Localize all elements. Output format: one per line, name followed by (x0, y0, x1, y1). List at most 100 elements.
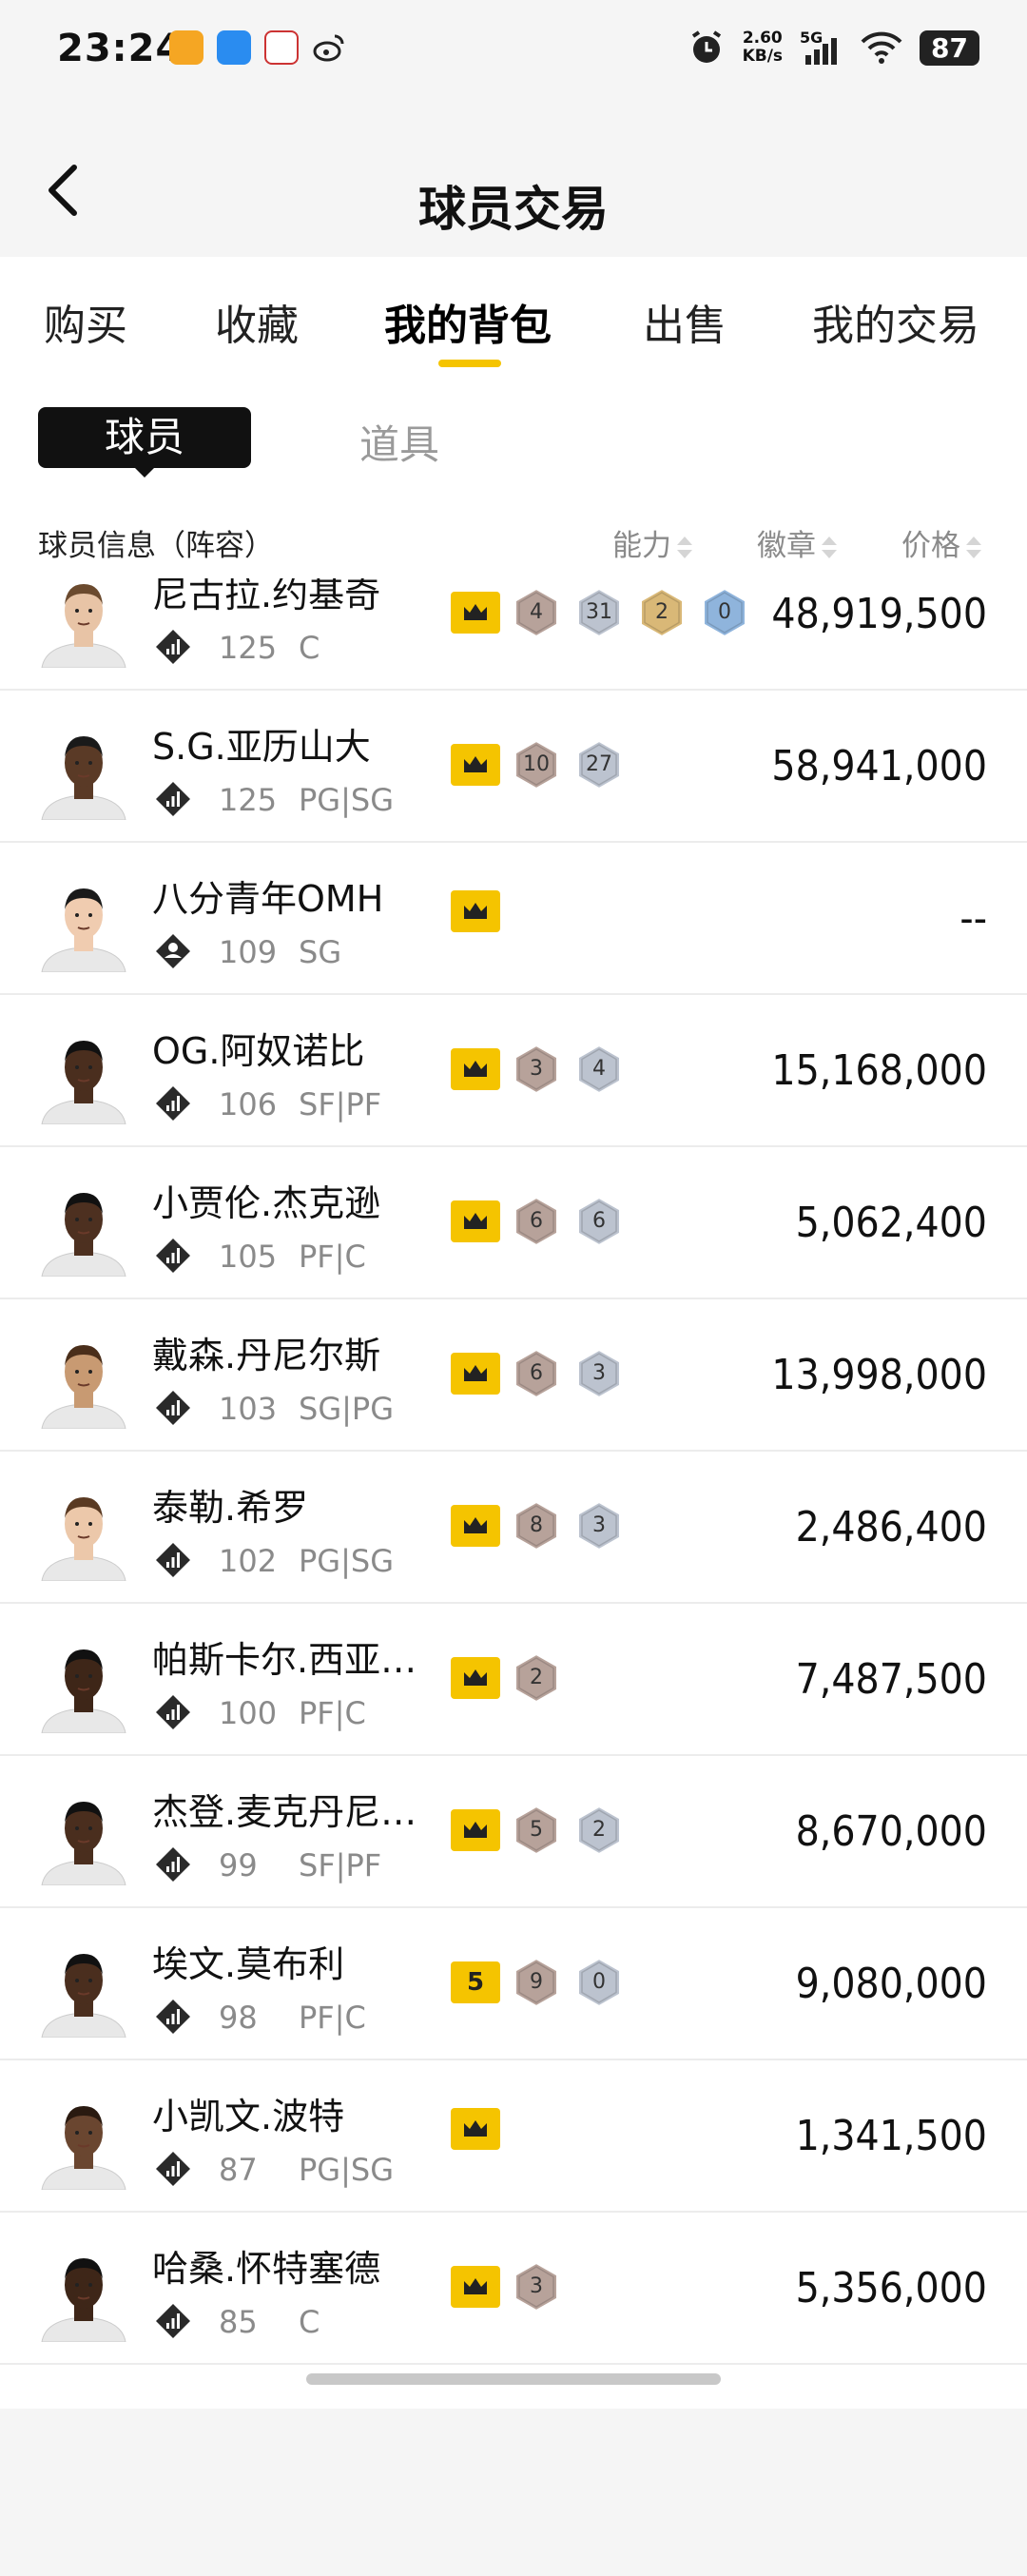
badge-count-silver: 27 (572, 738, 626, 791)
player-row[interactable]: S.G.亚历山大 125 PG|SG 10 27 58,941,000 (0, 691, 1027, 843)
status-bar: 23:24 2.60 KB/s 5G 87 (0, 0, 1027, 105)
network-speed: 2.60 KB/s (742, 29, 784, 66)
player-position: SG (299, 934, 342, 970)
subtab-players[interactable]: 球员 (38, 407, 251, 468)
badge-count-bronze: 9 (510, 1956, 563, 2009)
tab-my-backpack[interactable]: 我的背包 (384, 291, 552, 352)
crown-badge-icon (451, 2108, 500, 2150)
player-avatar (41, 736, 126, 820)
player-position: PG|SG (299, 782, 394, 818)
badge-group: 3 (451, 2260, 563, 2313)
badge-count-silver: 3 (572, 1499, 626, 1552)
tab-sell[interactable]: 出售 (643, 291, 727, 352)
player-row[interactable]: 哈桑.怀特塞德 85 C 3 5,356,000 (0, 2213, 1027, 2365)
player-row[interactable]: 杰登.麦克丹尼… 99 SF|PF 5 2 8,670,000 (0, 1756, 1027, 1908)
main-tabs: 购买 收藏 我的背包 出售 我的交易 (0, 257, 1027, 371)
player-price: 5,356,000 (795, 2264, 987, 2313)
ability-stat-icon (156, 1695, 190, 1729)
app-notification-icon (169, 30, 203, 65)
player-avatar (41, 2258, 126, 2342)
player-name: 埃文.莫布利 (152, 1943, 345, 1985)
player-rating: 102 (219, 1543, 278, 1579)
status-time: 23:24 (57, 27, 184, 70)
badge-group: 5 9 0 (451, 1956, 626, 2009)
crown-badge-icon (451, 1353, 500, 1395)
player-avatar (41, 584, 126, 668)
player-rating: 99 (219, 1847, 258, 1883)
badge-group: 5 2 (451, 1804, 626, 1857)
ability-stat-icon (156, 1391, 190, 1425)
home-indicator[interactable] (306, 2373, 721, 2385)
player-rating: 100 (219, 1695, 278, 1731)
sort-badges[interactable]: 徽章 (757, 521, 837, 564)
player-row[interactable]: 戴森.丹尼尔斯 103 SG|PG 6 3 13,998,000 (0, 1299, 1027, 1452)
tab-my-trades[interactable]: 我的交易 (812, 291, 979, 352)
sort-ability[interactable]: 能力 (612, 521, 692, 564)
player-name: 杰登.麦克丹尼… (152, 1791, 417, 1833)
ability-stat-icon (156, 630, 190, 664)
status-app-icons (169, 30, 346, 65)
battery-indicator: 87 (920, 29, 979, 66)
player-price: 5,062,400 (795, 1199, 987, 1247)
badge-group: 8 3 (451, 1499, 626, 1552)
player-price: 58,941,000 (771, 742, 987, 790)
player-rating: 125 (219, 782, 278, 818)
player-price: 7,487,500 (795, 1655, 987, 1704)
crown-badge-icon (451, 1200, 500, 1242)
signal-icon: 5G (800, 29, 843, 67)
player-name: 小贾伦.杰克逊 (152, 1182, 381, 1224)
player-row[interactable]: OG.阿奴诺比 106 SF|PF 3 4 15,168,000 (0, 995, 1027, 1147)
player-position: SG|PG (299, 1391, 394, 1427)
player-position: PF|C (299, 1239, 366, 1275)
sort-icon (677, 536, 692, 560)
player-avatar (41, 1497, 126, 1581)
badge-count-silver: 4 (572, 1043, 626, 1096)
player-rating: 125 (219, 630, 278, 666)
player-name: 小凯文.波特 (152, 2096, 345, 2137)
ability-stat-icon (156, 1239, 190, 1273)
player-rating: 103 (219, 1391, 278, 1427)
player-rating: 87 (219, 2152, 258, 2188)
crown-badge-icon (451, 1505, 500, 1547)
player-position: PF|C (299, 2000, 366, 2036)
player-row[interactable]: 八分青年OMH 109 SG -- (0, 843, 1027, 995)
player-list: 尼古拉.约基奇 125 C 4 31 2 0 48,919,500 S.G.亚历… (0, 578, 1027, 2576)
player-rating: 98 (219, 2000, 258, 2036)
player-position: PG|SG (299, 1543, 394, 1579)
player-position: SF|PF (299, 1847, 382, 1883)
sub-tabs: 球员 道具 (0, 407, 1027, 483)
player-row[interactable]: 泰勒.希罗 102 PG|SG 8 3 2,486,400 (0, 1452, 1027, 1604)
badge-count-bronze: 3 (510, 2260, 563, 2313)
alarm-icon (691, 30, 721, 63)
player-price: 48,919,500 (771, 590, 987, 638)
player-row[interactable]: 小贾伦.杰克逊 105 PF|C 6 6 5,062,400 (0, 1147, 1027, 1299)
ability-stat-icon (156, 1086, 190, 1121)
badge-group: 10 27 (451, 738, 626, 791)
subtab-pointer (133, 466, 156, 478)
player-row[interactable]: 尼古拉.约基奇 125 C 4 31 2 0 48,919,500 (0, 578, 1027, 691)
badge-group (451, 890, 500, 932)
active-tab-indicator (438, 360, 501, 367)
ability-stat-icon (156, 2152, 190, 2186)
player-name: 泰勒.希罗 (152, 1487, 309, 1529)
player-price: 2,486,400 (795, 1503, 987, 1551)
player-avatar (41, 1802, 126, 1885)
player-price: -- (959, 894, 987, 943)
tab-buy[interactable]: 购买 (44, 291, 127, 352)
player-row[interactable]: 小凯文.波特 87 PG|SG 1,341,500 (0, 2060, 1027, 2213)
tab-favorites[interactable]: 收藏 (215, 291, 299, 352)
badge-count-gold: 2 (635, 586, 688, 639)
crown-badge-icon (451, 1809, 500, 1851)
sort-price[interactable]: 价格 (901, 521, 981, 564)
column-player-info: 球员信息（阵容） (38, 529, 274, 563)
user-card-icon (156, 934, 190, 968)
player-name: 尼古拉.约基奇 (152, 578, 381, 615)
player-row[interactable]: 帕斯卡尔.西亚… 100 PF|C 2 7,487,500 (0, 1604, 1027, 1756)
player-position: PG|SG (299, 2152, 394, 2188)
player-row[interactable]: 埃文.莫布利 98 PF|C 5 9 0 9,080,000 (0, 1908, 1027, 2060)
badge-group: 4 31 2 0 (451, 586, 751, 639)
player-avatar (41, 2106, 126, 2190)
subtab-items[interactable]: 道具 (359, 413, 439, 471)
crown-badge-icon (451, 890, 500, 932)
weibo-icon (313, 34, 344, 62)
